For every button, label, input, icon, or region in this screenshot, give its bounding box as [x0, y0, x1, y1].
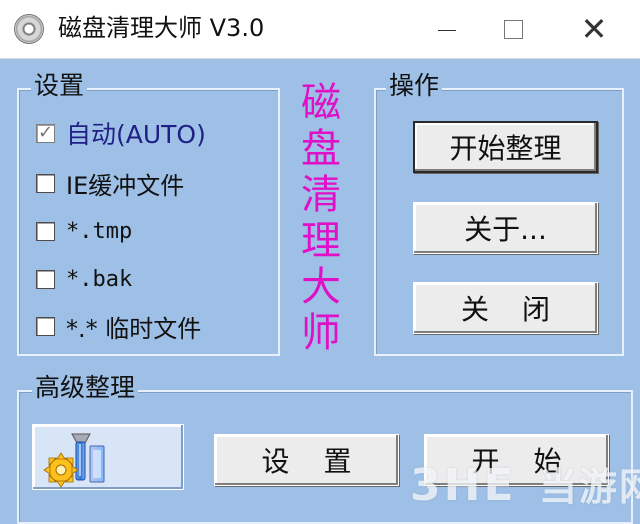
disc-icon [14, 14, 44, 44]
about-button[interactable]: 关于... [413, 202, 598, 254]
watermark: 3HE 当游网 [410, 456, 640, 511]
start-cleanup-button[interactable]: 开始整理 [413, 121, 598, 173]
ie-cache-checkbox[interactable] [36, 173, 55, 193]
advanced-cleanup-icon-button[interactable] [32, 424, 184, 490]
close-window-button[interactable]: ✕ [556, 0, 632, 58]
advanced-cleanup-icon [43, 433, 105, 488]
bak-option-label: *.bak [66, 266, 133, 292]
auto-option-label: 自动(AUTO) [66, 120, 206, 149]
temporary-files-checkbox[interactable] [36, 316, 55, 336]
close-icon: ✕ [580, 10, 608, 48]
minimize-button[interactable] [409, 0, 485, 58]
watermark-chinese: 当游网 [538, 465, 640, 509]
tmp-option-label: *.tmp [66, 218, 133, 244]
advanced-settings-button[interactable]: 设置 [214, 434, 399, 486]
tmp-checkbox[interactable] [36, 221, 55, 241]
bak-option[interactable]: *.bak [36, 262, 132, 296]
auto-option[interactable]: ✓ 自动(AUTO) [36, 116, 206, 150]
close-action-button[interactable]: 关闭 [413, 282, 598, 334]
bak-checkbox[interactable] [36, 269, 55, 289]
minimize-icon [438, 29, 456, 31]
temporary-files-option-label: *.* 临时文件 [66, 314, 202, 343]
ie-cache-option-label: IE缓冲文件 [66, 171, 185, 200]
watermark-latin: 3HE [410, 460, 517, 511]
window-titlebar: 磁盘清理大师 V3.0 ✕ [0, 0, 640, 59]
maximize-icon [503, 19, 523, 39]
maximize-button[interactable] [475, 0, 551, 58]
settings-group-title: 设置 [31, 70, 88, 102]
vertical-app-name: 磁盘清理大师 [301, 80, 341, 356]
actions-group-title: 操作 [386, 70, 443, 102]
tmp-option[interactable]: *.tmp [36, 214, 132, 248]
advanced-cleanup-title: 高级整理 [32, 372, 139, 404]
temporary-files-option[interactable]: *.* 临时文件 [36, 309, 201, 343]
window-title: 磁盘清理大师 V3.0 [58, 14, 265, 42]
auto-checkbox[interactable]: ✓ [36, 123, 55, 143]
ie-cache-option[interactable]: IE缓冲文件 [36, 166, 184, 200]
